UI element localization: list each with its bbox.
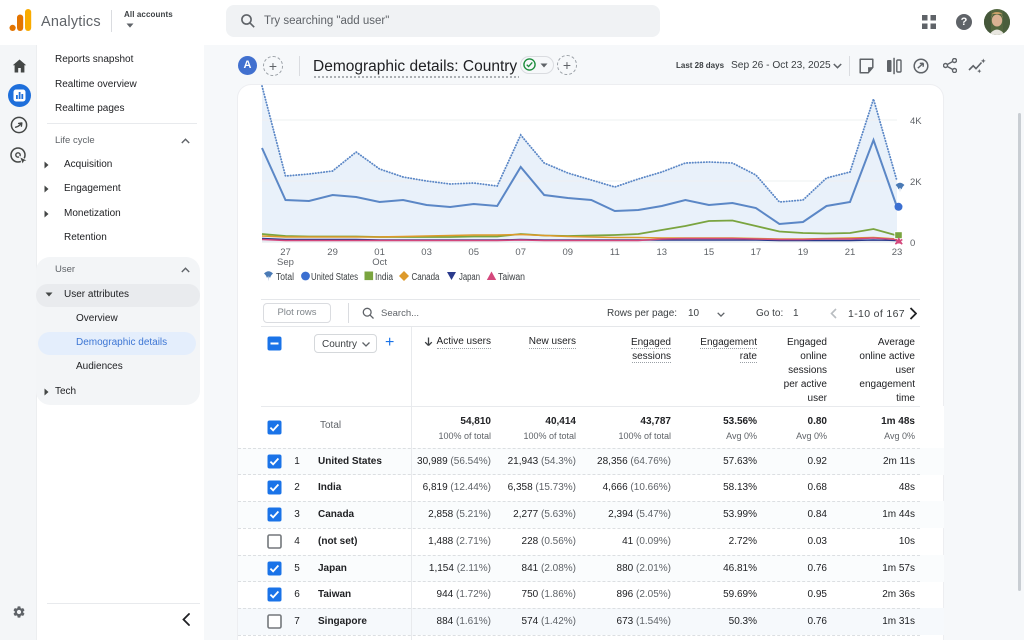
svg-text:Sep: Sep: [277, 257, 294, 268]
svg-text:05: 05: [468, 247, 479, 258]
svg-text:07: 07: [515, 247, 526, 258]
svg-text:17: 17: [751, 247, 762, 258]
svg-text:Oct: Oct: [372, 257, 387, 268]
svg-text:13: 13: [657, 247, 668, 258]
svg-text:11: 11: [610, 247, 620, 258]
svg-text:19: 19: [798, 247, 809, 258]
svg-text:21: 21: [845, 247, 856, 258]
svg-text:29: 29: [327, 247, 338, 258]
svg-text:Taiwan: Taiwan: [498, 272, 525, 283]
svg-text:4K: 4K: [910, 116, 922, 127]
svg-text:United States: United States: [311, 272, 358, 283]
svg-text:Japan: Japan: [459, 272, 480, 283]
svg-text:2K: 2K: [910, 177, 922, 188]
svg-text:09: 09: [563, 247, 574, 258]
svg-text:India: India: [375, 272, 393, 283]
svg-text:03: 03: [421, 247, 432, 258]
svg-text:Canada: Canada: [412, 272, 440, 283]
svg-text:23: 23: [892, 247, 903, 258]
svg-text:0: 0: [910, 238, 915, 249]
svg-text:15: 15: [704, 247, 715, 258]
svg-text:Total: Total: [276, 272, 294, 283]
